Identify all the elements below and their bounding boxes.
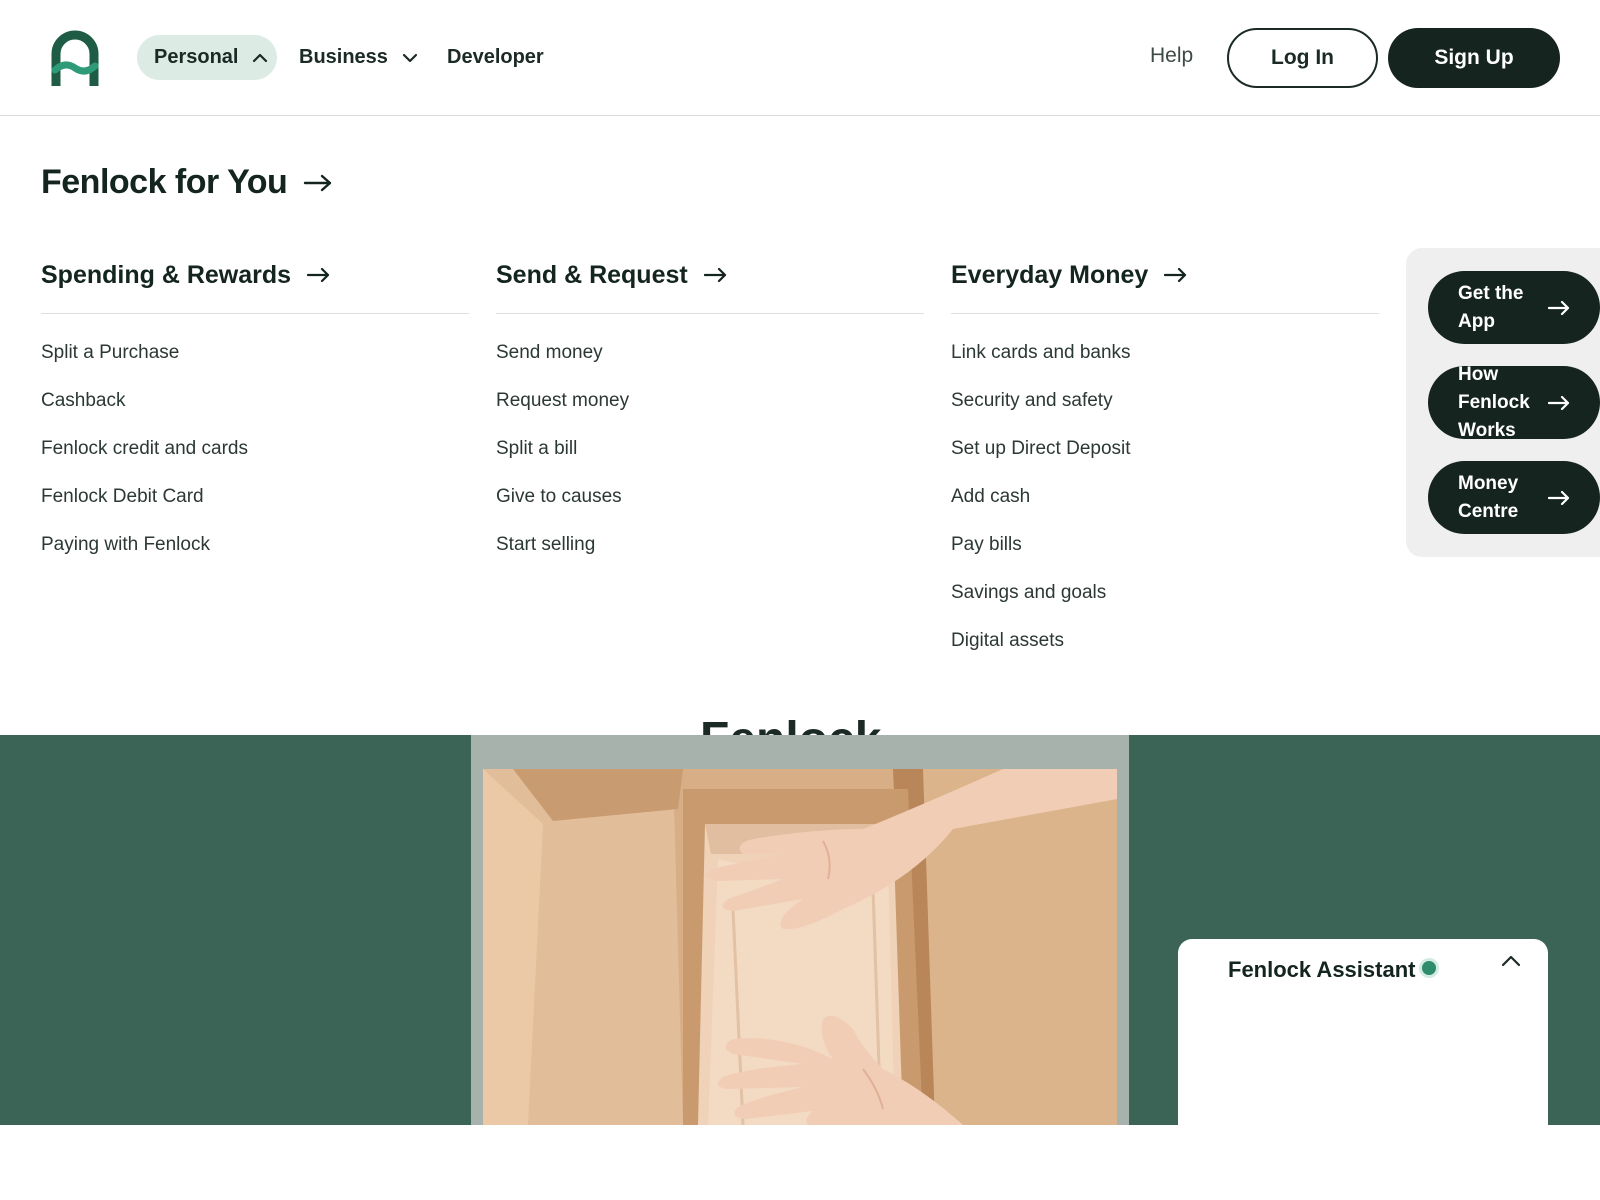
menu-link-savings[interactable]: Savings and goals	[951, 581, 1379, 629]
arrow-right-icon	[1548, 300, 1570, 315]
menu-title: Fenlock for You	[41, 163, 288, 201]
button-label: Money Centre	[1458, 472, 1519, 522]
fenlock-logo-icon[interactable]	[50, 30, 100, 88]
divider	[951, 313, 1379, 314]
button-label: Get the App	[1458, 282, 1524, 332]
nav-personal[interactable]: Personal	[137, 35, 277, 80]
hero-heading: Fenlock	[700, 712, 881, 735]
signup-button[interactable]: Sign Up	[1388, 28, 1560, 88]
menu-link-give-causes[interactable]: Give to causes	[496, 485, 924, 533]
hero-image-frame	[471, 735, 1129, 1125]
menu-link-start-selling[interactable]: Start selling	[496, 533, 924, 581]
button-label: How Fenlock Works	[1458, 366, 1530, 439]
menu-link-digital-assets[interactable]: Digital assets	[951, 629, 1379, 677]
menu-link-add-cash[interactable]: Add cash	[951, 485, 1379, 533]
chevron-up-icon	[253, 53, 268, 62]
arrow-right-icon	[1164, 267, 1187, 283]
nav-developer-label: Developer	[447, 46, 544, 68]
menu-link-security[interactable]: Security and safety	[951, 389, 1379, 437]
arrow-right-icon	[1548, 395, 1570, 410]
column-heading-link[interactable]: Spending & Rewards	[41, 258, 469, 292]
chevron-up-icon[interactable]	[1501, 953, 1521, 967]
column-heading: Send & Request	[496, 260, 688, 289]
column-heading: Everyday Money	[951, 260, 1149, 289]
nav-business-label: Business	[299, 46, 388, 68]
how-it-works-button[interactable]: How Fenlock Works	[1428, 366, 1600, 439]
menu-column-send: Send & Request Send money Request money …	[496, 258, 924, 581]
side-panel: Get the App How Fenlock Works Money Cent…	[1406, 248, 1600, 557]
column-heading-link[interactable]: Everyday Money	[951, 258, 1379, 292]
help-link[interactable]: Help	[1150, 44, 1193, 68]
menu-link-request-money[interactable]: Request money	[496, 389, 924, 437]
arrow-right-icon	[703, 267, 726, 283]
menu-link-direct-deposit[interactable]: Set up Direct Deposit	[951, 437, 1379, 485]
hero-heading-partial: Fenlock	[700, 700, 905, 735]
money-centre-button[interactable]: Money Centre	[1428, 461, 1600, 534]
menu-link-cashback[interactable]: Cashback	[41, 389, 469, 437]
menu-link-debit-card[interactable]: Fenlock Debit Card	[41, 485, 469, 533]
nav-developer[interactable]: Developer	[430, 35, 550, 80]
site-header: Personal Business Developer Help Log In …	[0, 0, 1600, 116]
arrow-right-icon	[304, 174, 332, 191]
menu-link-credit-cards[interactable]: Fenlock credit and cards	[41, 437, 469, 485]
packing-box-illustration	[483, 769, 1117, 1125]
menu-column-spending: Spending & Rewards Split a Purchase Cash…	[41, 258, 469, 581]
menu-link-pay-bills[interactable]: Pay bills	[951, 533, 1379, 581]
arrow-right-icon	[1548, 490, 1570, 505]
login-button[interactable]: Log In	[1227, 28, 1378, 88]
column-heading: Spending & Rewards	[41, 260, 292, 289]
assistant-title: Fenlock Assistant	[1228, 957, 1416, 982]
chevron-down-icon	[402, 53, 418, 62]
menu-link-send-money[interactable]: Send money	[496, 341, 924, 389]
divider	[41, 313, 469, 314]
divider	[496, 313, 924, 314]
online-status-icon	[1422, 961, 1436, 975]
nav-business[interactable]: Business	[282, 35, 422, 80]
assistant-widget[interactable]: Fenlock Assistant	[1178, 939, 1548, 1125]
arrow-right-icon	[307, 267, 330, 283]
menu-link-split-purchase[interactable]: Split a Purchase	[41, 341, 469, 389]
column-heading-link[interactable]: Send & Request	[496, 258, 924, 292]
menu-link-split-bill[interactable]: Split a bill	[496, 437, 924, 485]
get-the-app-button[interactable]: Get the App	[1428, 271, 1600, 344]
menu-column-everyday: Everyday Money Link cards and banks Secu…	[951, 258, 1379, 677]
menu-title-link[interactable]: Fenlock for You	[41, 163, 333, 202]
menu-link-link-cards[interactable]: Link cards and banks	[951, 341, 1379, 389]
menu-link-paying[interactable]: Paying with Fenlock	[41, 533, 469, 581]
nav-personal-label: Personal	[154, 46, 239, 68]
hero-image-packing-box	[483, 769, 1117, 1125]
